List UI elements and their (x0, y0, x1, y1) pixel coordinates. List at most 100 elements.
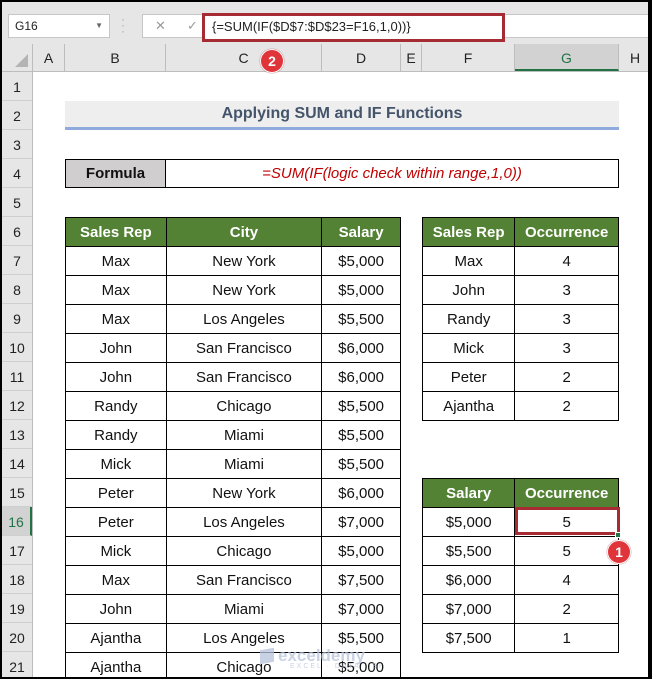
salary-cell[interactable]: $7,000 (421, 594, 516, 624)
header-occurrence[interactable]: Occurrence (514, 478, 619, 508)
column-header-d[interactable]: D (322, 44, 401, 71)
city-cell[interactable]: New York (165, 246, 323, 276)
salary-cell[interactable]: $7,000 (321, 594, 401, 624)
selected-cell-g16-highlight[interactable] (515, 507, 620, 535)
city-cell[interactable]: Los Angeles (165, 507, 323, 537)
column-header-e[interactable]: E (401, 44, 422, 71)
city-cell[interactable]: New York (165, 275, 323, 305)
row-header-17[interactable]: 17 (2, 536, 32, 565)
sales-rep-cell[interactable]: John (65, 362, 167, 392)
sales-rep-cell[interactable]: Randy (65, 391, 167, 421)
salary-cell[interactable]: $5,000 (321, 536, 401, 566)
enter-icon[interactable]: ✓ (187, 18, 198, 34)
row-header-20[interactable]: 20 (2, 623, 32, 652)
row-header-15[interactable]: 15 (2, 478, 32, 507)
row-header-6[interactable]: 6 (2, 217, 32, 246)
city-cell[interactable]: New York (165, 478, 323, 508)
sales-rep-cell[interactable]: John (65, 594, 167, 624)
header-salary[interactable]: Salary (321, 217, 401, 247)
sales-rep-cell[interactable]: John (65, 333, 167, 363)
salary-cell[interactable]: $7,500 (321, 565, 401, 595)
header-city[interactable]: City (165, 217, 323, 247)
formula-input[interactable]: {=SUM(IF($D$7:$D$23=F16,1,0))} (202, 13, 505, 42)
city-cell[interactable]: San Francisco (165, 333, 323, 363)
sales-rep-cell[interactable]: Peter (65, 478, 167, 508)
column-header-h[interactable]: H (619, 44, 648, 71)
occurrence-cell[interactable]: 3 (514, 304, 619, 334)
row-header-19[interactable]: 19 (2, 594, 32, 623)
name-box[interactable]: G16 ▼ (8, 14, 110, 38)
sales-rep-cell[interactable]: Max (65, 565, 167, 595)
header-sales-rep[interactable]: Sales Rep (421, 217, 516, 247)
row-header-21[interactable]: 21 (2, 652, 32, 677)
header-sales-rep[interactable]: Sales Rep (65, 217, 167, 247)
city-cell[interactable]: Miami (165, 420, 323, 450)
row-header-1[interactable]: 1 (2, 72, 32, 101)
salary-cell[interactable]: $6,000 (321, 362, 401, 392)
sales-rep-cell[interactable]: Mick (65, 449, 167, 479)
column-header-g[interactable]: G (515, 44, 619, 71)
salary-cell[interactable]: $5,000 (421, 507, 516, 537)
occurrence-cell[interactable]: 4 (514, 565, 619, 595)
sales-rep-cell[interactable]: Ajantha (65, 623, 167, 653)
header-salary[interactable]: Salary (421, 478, 516, 508)
sales-rep-cell[interactable]: Max (421, 246, 516, 276)
column-header-b[interactable]: B (65, 44, 166, 71)
row-header-5[interactable]: 5 (2, 188, 32, 217)
column-header-c[interactable]: C (166, 44, 322, 71)
formula-description-cell[interactable]: =SUM(IF(logic check within range,1,0)) (166, 159, 619, 188)
salary-cell[interactable]: $6,000 (321, 478, 401, 508)
city-cell[interactable]: Chicago (165, 536, 323, 566)
sales-rep-cell[interactable]: Randy (421, 304, 516, 334)
row-header-9[interactable]: 9 (2, 304, 32, 333)
column-header-f[interactable]: F (422, 44, 515, 71)
city-cell[interactable]: Chicago (165, 391, 323, 421)
row-header-14[interactable]: 14 (2, 449, 32, 478)
row-header-11[interactable]: 11 (2, 362, 32, 391)
salary-cell[interactable]: $6,000 (321, 333, 401, 363)
sales-rep-cell[interactable]: Max (65, 304, 167, 334)
city-cell[interactable]: San Francisco (165, 362, 323, 392)
row-header-12[interactable]: 12 (2, 391, 32, 420)
row-header-13[interactable]: 13 (2, 420, 32, 449)
occurrence-cell[interactable]: 2 (514, 391, 619, 421)
occurrence-cell[interactable]: 1 (514, 623, 619, 653)
row-header-7[interactable]: 7 (2, 246, 32, 275)
sales-rep-cell[interactable]: Max (65, 275, 167, 305)
salary-cell[interactable]: $5,500 (321, 420, 401, 450)
sales-rep-cell[interactable]: Mick (421, 333, 516, 363)
row-header-18[interactable]: 18 (2, 565, 32, 594)
occurrence-cell[interactable]: 4 (514, 246, 619, 276)
sales-rep-cell[interactable]: Ajantha (65, 652, 167, 677)
salary-cell[interactable]: $7,000 (321, 507, 401, 537)
salary-cell[interactable]: $6,000 (421, 565, 516, 595)
header-occurrence[interactable]: Occurrence (514, 217, 619, 247)
sales-rep-cell[interactable]: John (421, 275, 516, 305)
city-cell[interactable]: Miami (165, 449, 323, 479)
occurrence-cell[interactable]: 5 (514, 536, 619, 566)
row-header-8[interactable]: 8 (2, 275, 32, 304)
row-header-10[interactable]: 10 (2, 333, 32, 362)
sales-rep-cell[interactable]: Peter (65, 507, 167, 537)
occurrence-cell[interactable]: 3 (514, 275, 619, 305)
row-header-16[interactable]: 16 (2, 507, 32, 536)
salary-cell[interactable]: $5,000 (321, 246, 401, 276)
sales-rep-cell[interactable]: Mick (65, 536, 167, 566)
occurrence-cell[interactable]: 2 (514, 362, 619, 392)
occurrence-cell[interactable]: 3 (514, 333, 619, 363)
sales-rep-cell[interactable]: Peter (421, 362, 516, 392)
row-header-3[interactable]: 3 (2, 130, 32, 159)
row-header-4[interactable]: 4 (2, 159, 32, 188)
formula-label-cell[interactable]: Formula (65, 159, 166, 188)
row-header-2[interactable]: 2 (2, 101, 32, 130)
salary-cell[interactable]: $5,500 (321, 449, 401, 479)
sales-rep-cell[interactable]: Max (65, 246, 167, 276)
city-cell[interactable]: Miami (165, 594, 323, 624)
fill-handle[interactable] (615, 532, 621, 538)
salary-cell[interactable]: $5,500 (321, 304, 401, 334)
salary-cell[interactable]: $7,500 (421, 623, 516, 653)
city-cell[interactable]: Los Angeles (165, 304, 323, 334)
salary-cell[interactable]: $5,500 (421, 536, 516, 566)
salary-cell[interactable]: $5,000 (321, 275, 401, 305)
chevron-down-icon[interactable]: ▼ (95, 21, 103, 30)
